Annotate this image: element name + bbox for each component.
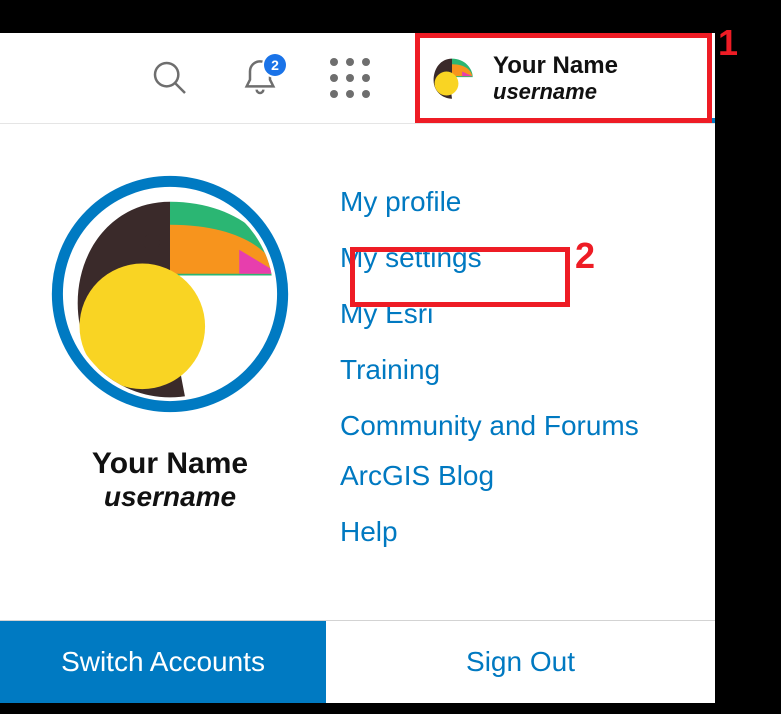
menu-help[interactable]: Help [340,504,715,560]
menu-my-settings[interactable]: My settings [340,230,715,286]
menu-blog[interactable]: ArcGIS Blog [340,454,715,504]
profile-username: username [0,481,340,513]
menu-training[interactable]: Training [340,342,715,398]
menu-my-profile[interactable]: My profile [340,174,715,230]
menu-community[interactable]: Community and Forums [340,398,715,454]
notifications-icon[interactable]: 2 [225,33,295,123]
app-launcher-icon[interactable] [315,33,385,123]
footer: Switch Accounts Sign Out [0,620,715,703]
user-chip-active-indicator [415,118,715,123]
annotation-number-2: 2 [575,235,595,277]
menu-my-esri[interactable]: My Esri [340,286,715,342]
avatar-small-icon [429,55,475,101]
topbar: 2 [0,33,715,124]
annotation-number-1: 1 [718,22,738,64]
switch-accounts-button[interactable]: Switch Accounts [0,621,326,703]
user-chip-username: username [493,79,618,104]
search-icon[interactable] [135,33,205,123]
avatar-large-icon[interactable] [0,174,340,419]
profile-display-name: Your Name [0,447,340,481]
sign-out-button[interactable]: Sign Out [326,621,715,703]
user-chip[interactable]: Your Name username [415,33,715,123]
notification-badge: 2 [264,54,286,76]
user-chip-name: Your Name [493,52,618,80]
